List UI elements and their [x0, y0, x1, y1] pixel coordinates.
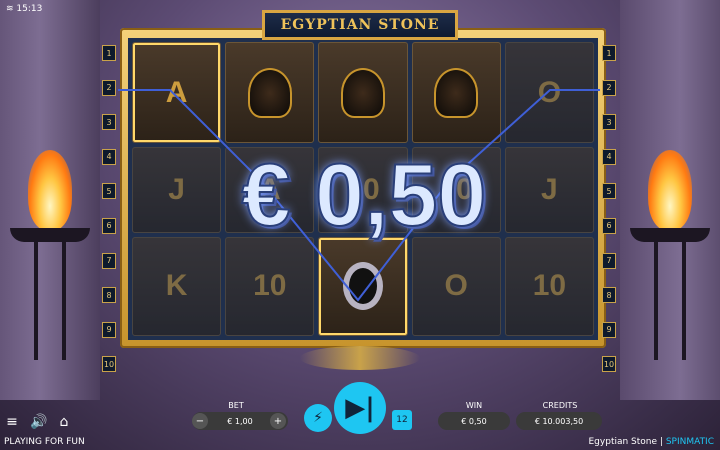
credits-display: € 10.003,50 [516, 412, 602, 430]
payline-marker: 2 [102, 79, 116, 96]
brazier-stand [654, 242, 686, 360]
reel-symbol: J [132, 147, 222, 233]
win-label: WIN [465, 401, 483, 410]
payline-marker: 7 [602, 252, 616, 269]
lines-button[interactable]: 12 [392, 410, 412, 430]
reel-symbol: O [411, 236, 501, 336]
payline-marker: 4 [102, 148, 116, 165]
separator: | [657, 437, 666, 447]
pharaoh-icon [340, 67, 385, 118]
payline-marker: 10 [102, 356, 116, 373]
payline-marker: 5 [102, 183, 116, 200]
reel-symbol: K [132, 236, 222, 336]
reel-symbol [225, 42, 315, 144]
payline-marker: 9 [102, 321, 116, 338]
left-brazier [10, 150, 90, 360]
flame-icon [28, 150, 72, 230]
reel-symbol: A [132, 42, 222, 144]
payline-marker: 4 [602, 148, 616, 165]
game-name: Egyptian Stone [588, 437, 658, 447]
menu-icon[interactable]: ≡ [4, 414, 20, 430]
reel-symbol [411, 42, 501, 144]
payline-marker: 7 [102, 252, 116, 269]
payline-marker: 5 [602, 183, 616, 200]
bet-decrease-button[interactable]: − [192, 413, 208, 429]
status-bar: ≋ 15:13 [6, 4, 42, 14]
winged-scarab-decoration [300, 346, 420, 370]
bet-increase-button[interactable]: + [270, 413, 286, 429]
payline-marker: 10 [602, 356, 616, 373]
anubis-icon [247, 67, 292, 118]
bet-label: BET [228, 401, 244, 410]
win-value: € 0,50 [461, 416, 487, 426]
reel-symbol: 10 [504, 236, 594, 336]
reel-symbol: O [504, 42, 594, 144]
credits-label: CREDITS [542, 401, 578, 410]
payline-markers-right: 1 2 3 4 5 6 7 8 9 10 [602, 45, 616, 391]
payline-marker: 1 [102, 45, 116, 61]
reel-symbol: J [504, 147, 594, 233]
spin-button[interactable]: ▶| [334, 382, 386, 434]
game-title: EGYPTIAN STONE [262, 10, 458, 40]
turbo-button[interactable]: ⚡ [304, 404, 332, 432]
right-brazier [630, 150, 710, 360]
win-amount-popup: € 0,50 [241, 144, 488, 245]
payline-marker: 2 [602, 79, 616, 96]
reel-symbol: 10 [225, 236, 315, 336]
payline-marker: 8 [602, 287, 616, 304]
brand-name: SPINMATIC [665, 437, 714, 447]
payline-marker: 8 [102, 287, 116, 304]
bet-value: € 1,00 [227, 416, 253, 426]
reel-symbol [318, 42, 408, 144]
payline-marker: 6 [602, 217, 616, 234]
payline-marker: 1 [602, 45, 616, 61]
home-icon[interactable]: ⌂ [56, 414, 72, 430]
flame-icon [648, 150, 692, 230]
play-mode: PLAYING FOR FUN [4, 437, 85, 447]
sound-icon[interactable]: 🔊 [30, 414, 47, 430]
clock: 15:13 [16, 4, 43, 14]
footer-icons: ≡ 🔊 ⌂ [4, 414, 72, 430]
lightning-icon: ⚡ [313, 410, 323, 426]
reel-symbol [318, 236, 408, 336]
brazier-stand [34, 242, 66, 360]
payline-marker: 3 [102, 114, 116, 131]
brazier-bowl [10, 228, 90, 242]
anubis-icon [434, 67, 479, 118]
payline-marker: 3 [602, 114, 616, 131]
game-info: Egyptian Stone | SPINMATIC [589, 437, 715, 447]
win-display: € 0,50 [438, 412, 510, 430]
scarab-icon [342, 262, 383, 311]
payline-marker: 9 [602, 321, 616, 338]
play-icon: ▶| [345, 393, 375, 423]
payline-marker: 6 [102, 217, 116, 234]
wifi-icon: ≋ [6, 4, 14, 14]
credits-value: € 10.003,50 [534, 416, 584, 426]
payline-markers-left: 1 2 3 4 5 6 7 8 9 10 [102, 45, 116, 391]
brazier-bowl [630, 228, 710, 242]
